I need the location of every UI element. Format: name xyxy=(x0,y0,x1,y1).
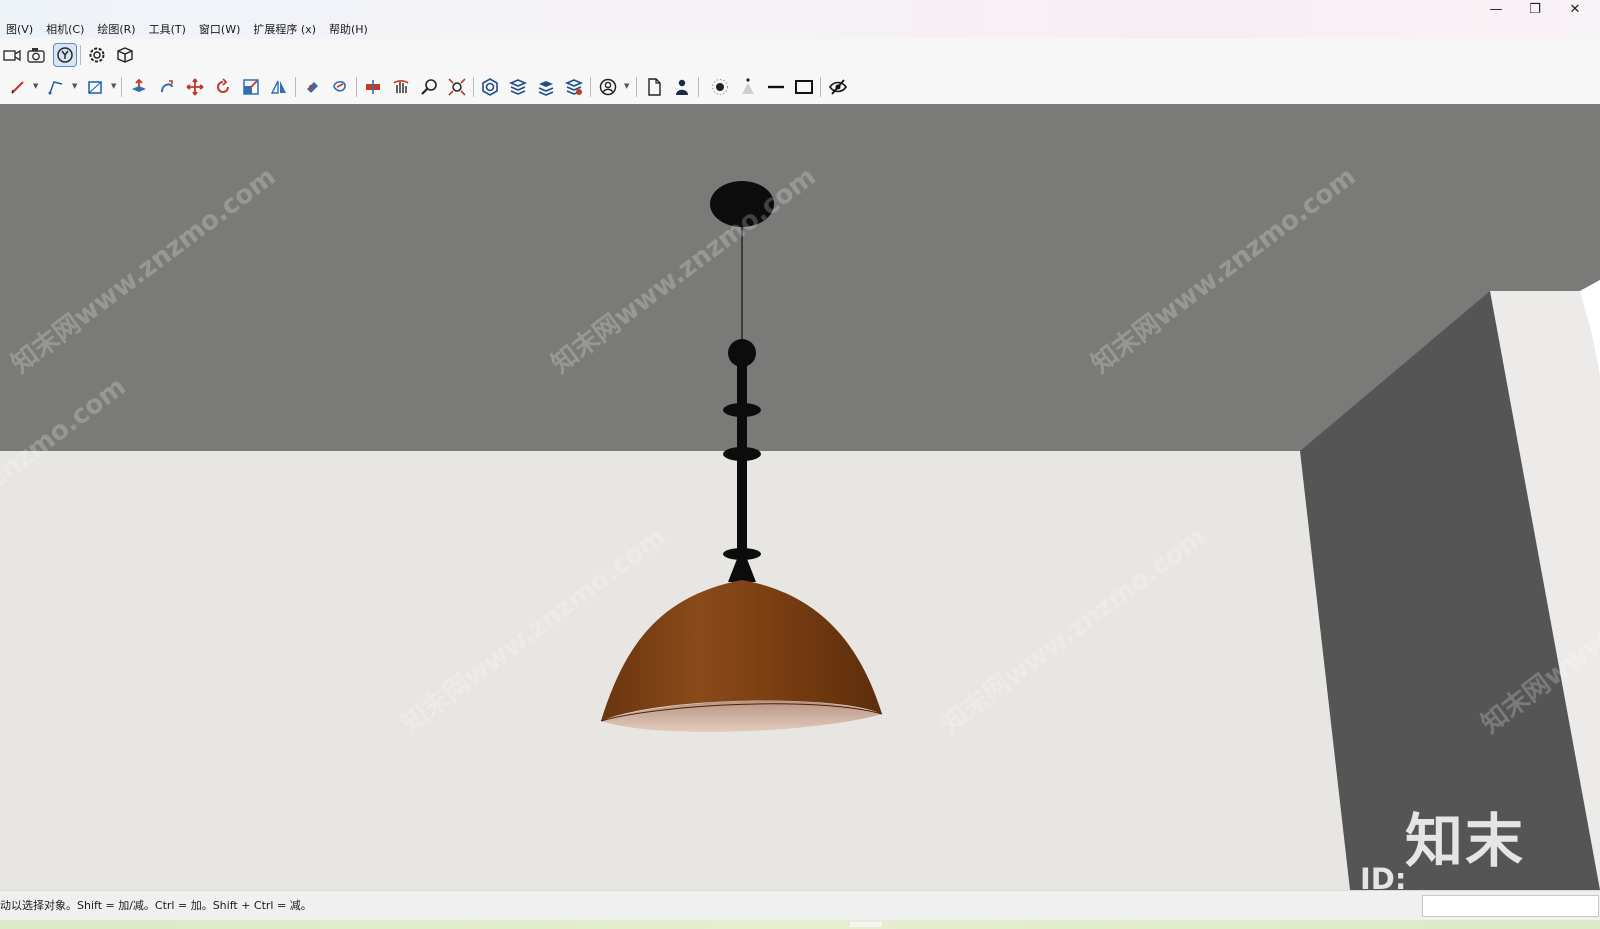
hide-icon[interactable] xyxy=(826,75,850,99)
toolbar-divider xyxy=(820,77,821,97)
lamp-ring-3 xyxy=(723,548,761,560)
status-hint: 动以选择对象。Shift = 加/减。Ctrl = 加。Shift + Ctrl… xyxy=(0,899,312,912)
menu-bar: 图(V) 相机(C) 绘图(R) 工具(T) 窗口(W) 扩展程序 (x) 帮助… xyxy=(0,21,375,39)
page-icon[interactable] xyxy=(642,75,666,99)
sun-icon[interactable] xyxy=(708,75,732,99)
lamp-ring-2 xyxy=(723,447,761,461)
zoom-extents-icon[interactable] xyxy=(445,75,469,99)
minimize-button[interactable]: — xyxy=(1484,2,1508,18)
orbit-hand-icon[interactable] xyxy=(389,75,413,99)
solid-tools-icon[interactable] xyxy=(478,75,502,99)
shadow-icon[interactable] xyxy=(736,75,760,99)
move-icon[interactable] xyxy=(183,75,207,99)
menu-help[interactable]: 帮助(H) xyxy=(323,21,375,39)
measurements-box[interactable] xyxy=(1422,895,1599,917)
camera-position-icon[interactable] xyxy=(0,43,24,67)
close-button[interactable]: ✕ xyxy=(1563,2,1587,18)
lamp-ring-1 xyxy=(723,403,761,417)
styles-icon[interactable] xyxy=(562,75,586,99)
menu-extensions[interactable]: 扩展程序 (x) xyxy=(247,21,323,39)
look-around-icon[interactable] xyxy=(53,43,77,67)
camera-icon[interactable] xyxy=(24,43,48,67)
outliner-icon[interactable] xyxy=(534,75,558,99)
line-icon[interactable] xyxy=(44,75,68,99)
rectangle-icon[interactable] xyxy=(83,75,107,99)
taskbar-indicator xyxy=(850,922,882,927)
modeling-viewport[interactable]: 知末网www.znzmo.com 知末网www.znzmo.com 知末网www… xyxy=(0,104,1600,890)
drawing-toolbar: ▼ ▼ ▼ ▼ xyxy=(0,71,1600,105)
ceiling-surface xyxy=(0,104,1600,451)
chevron-down-icon[interactable]: ▼ xyxy=(624,82,629,90)
taskbar-strip xyxy=(0,920,1600,929)
rotate-icon[interactable] xyxy=(211,75,235,99)
restore-button[interactable]: ❐ xyxy=(1523,2,1547,18)
3d-warehouse-icon[interactable] xyxy=(113,43,137,67)
offset-icon[interactable] xyxy=(328,75,352,99)
status-bar: 动以选择对象。Shift = 加/减。Ctrl = 加。Shift + Ctrl… xyxy=(0,890,1600,921)
toolbar-divider xyxy=(590,77,591,97)
menu-view[interactable]: 图(V) xyxy=(0,21,40,39)
title-bar: 图(V) 相机(C) 绘图(R) 工具(T) 窗口(W) 扩展程序 (x) 帮助… xyxy=(0,0,1600,39)
person-icon[interactable] xyxy=(670,75,694,99)
camera-toolbar xyxy=(0,39,1600,71)
gear-icon[interactable] xyxy=(85,43,109,67)
toolbar-divider xyxy=(295,77,296,97)
section-icon[interactable] xyxy=(361,75,385,99)
line-style-icon[interactable] xyxy=(764,75,788,99)
flip-icon[interactable] xyxy=(267,75,291,99)
zoom-icon[interactable] xyxy=(417,75,441,99)
rectangle-style-icon[interactable] xyxy=(792,75,816,99)
pencil-icon[interactable] xyxy=(6,75,30,99)
toolbar-divider xyxy=(636,77,637,97)
layers-icon[interactable] xyxy=(506,75,530,99)
toolbar-divider xyxy=(121,77,122,97)
brand-id-text: ID: 1182088201 xyxy=(1360,862,1407,890)
chevron-down-icon[interactable]: ▼ xyxy=(111,82,116,90)
scene-canvas: 知末网www.znzmo.com 知末网www.znzmo.com 知末网www… xyxy=(0,104,1600,890)
push-pull-icon[interactable] xyxy=(127,75,151,99)
menu-window[interactable]: 窗口(W) xyxy=(193,21,247,39)
menu-camera[interactable]: 相机(C) xyxy=(40,21,91,39)
user-icon[interactable] xyxy=(596,75,620,99)
scale-icon[interactable] xyxy=(239,75,263,99)
chevron-down-icon[interactable]: ▼ xyxy=(72,82,77,90)
follow-me-icon[interactable] xyxy=(155,75,179,99)
toolbar-divider xyxy=(356,77,357,97)
toolbar-divider xyxy=(473,77,474,97)
menu-draw[interactable]: 绘图(R) xyxy=(91,21,142,39)
paint-icon[interactable] xyxy=(300,75,324,99)
toolbar-divider xyxy=(80,45,81,65)
menu-tools[interactable]: 工具(T) xyxy=(143,21,193,39)
chevron-down-icon[interactable]: ▼ xyxy=(33,82,38,90)
toolbar-divider xyxy=(698,77,699,97)
